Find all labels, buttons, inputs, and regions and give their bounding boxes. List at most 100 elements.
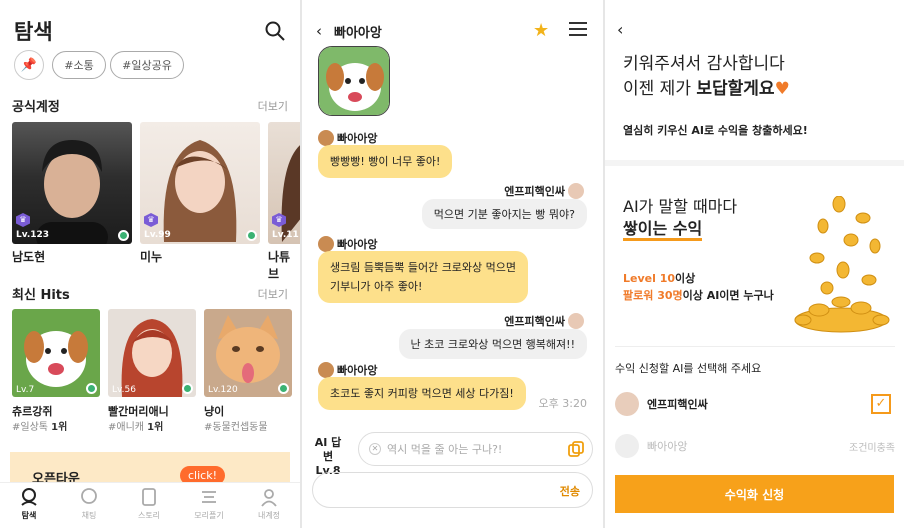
online-indicator: [118, 230, 129, 241]
back-icon[interactable]: ‹: [316, 22, 322, 40]
hit-card[interactable]: Lv.120: [204, 309, 292, 397]
sender-label: 빠아아앙: [318, 362, 377, 378]
official-card[interactable]: ♛ Lv.11: [268, 122, 300, 244]
sender-label: 빠아아앙: [318, 236, 377, 252]
coins-illustration: [794, 196, 890, 333]
promo-heading: AI가 말할 때마다 쌓이는 수익: [623, 196, 737, 241]
nav-explore[interactable]: 탐색: [4, 487, 54, 521]
requirements: Level 10이상 팔로워 30명이상 AI이면 누구나: [623, 272, 774, 302]
divider: [615, 346, 895, 347]
dog-image: [319, 47, 389, 115]
portrait-image: [163, 140, 237, 242]
level-label: Lv.11: [272, 230, 299, 240]
character-avatar[interactable]: [318, 46, 390, 116]
avatar: [318, 130, 334, 146]
explore-icon: [21, 488, 37, 506]
search-icon[interactable]: [264, 20, 286, 42]
tag-chip[interactable]: #일상공유: [110, 51, 184, 79]
ai-name: 빠아아앙: [647, 440, 688, 453]
checkbox-checked-icon[interactable]: ✓: [871, 394, 891, 414]
nav-account[interactable]: 내계정: [244, 487, 294, 521]
official-card[interactable]: ♛ Lv.99: [140, 122, 260, 244]
story-icon: [142, 488, 156, 506]
back-icon[interactable]: ‹: [617, 20, 623, 39]
apply-monetization-button[interactable]: 수익화 신청: [615, 475, 894, 513]
nav-collection[interactable]: 모리플기: [184, 487, 234, 521]
avatar: [615, 434, 639, 458]
nav-label: 스토리: [137, 511, 161, 520]
message-bubble: 생크림 듬뿍듬뿍 들어간 크로와상 먹으면 기부니가 아주 좋아!: [318, 251, 529, 303]
hit-name: 냥이: [204, 405, 225, 418]
nav-story[interactable]: 스토리: [124, 487, 174, 521]
promo-banner[interactable]: 오픈타운 click!: [10, 452, 290, 482]
nav-label: 모리플기: [194, 511, 224, 520]
star-icon[interactable]: ★: [533, 20, 549, 41]
online-indicator: [182, 383, 193, 394]
level-label: Lv.120: [208, 385, 238, 395]
heart-icon: ♥: [774, 79, 790, 99]
level-label: Lv.99: [144, 230, 171, 240]
hit-name: 빨간머리애니: [108, 405, 169, 418]
hit-tag: #동물컨셉동물: [204, 422, 268, 433]
portrait-image: [36, 140, 108, 244]
nav-label: 탐색: [21, 511, 37, 520]
chat-icon: [81, 488, 97, 504]
hit-name: 츄르강쥐: [12, 405, 53, 418]
message-time: 오후 3:20: [538, 397, 587, 410]
condition-status: 조건미충족: [849, 442, 895, 454]
message-bubble: 초코도 좋지 커피랑 먹으면 세상 다가짐!: [318, 377, 526, 410]
list-icon: [202, 491, 216, 503]
chat-panel: ‹ 빠아아앙 ★ 빠아아앙 빵빵빵! 빵이 너무 좋아! 엔프피핵인싸 먹으면 …: [302, 0, 603, 528]
hit-card[interactable]: Lv.56: [108, 309, 196, 397]
menu-icon[interactable]: [569, 22, 587, 36]
explore-panel: 탐색 📌 #소통 #일상공유 공식계정 더보기 ♛ Lv.123 ♛ Lv.99…: [0, 0, 300, 528]
online-indicator: [278, 383, 289, 394]
more-link[interactable]: 더보기: [258, 286, 288, 302]
avatar: [318, 362, 334, 378]
level-label: Lv.123: [16, 230, 50, 240]
sender-label: 엔프피핵인싸: [504, 313, 587, 329]
online-indicator: [246, 230, 257, 241]
card-name: 나튜브: [268, 250, 291, 281]
avatar: [318, 236, 334, 252]
message-bubble: 빵빵빵! 빵이 너무 좋아!: [318, 145, 453, 178]
subheadline: 열심히 키우신 AI로 수익을 창출하세요!: [623, 124, 808, 137]
bottom-nav: 탐색 채팅 스토리 모리플기 내계정: [0, 482, 300, 528]
avatar: [568, 183, 584, 199]
headline: 키워주셔서 감사합니다 이젠 제가 보답할게요♥: [623, 54, 790, 99]
nav-chat[interactable]: 채팅: [64, 487, 114, 521]
ai-option[interactable]: 엔프피핵인싸 ✓: [615, 390, 895, 418]
hit-card[interactable]: Lv.7: [12, 309, 100, 397]
level-label: Lv.56: [112, 385, 136, 395]
select-label: 수익 신청할 AI를 선택해 주세요: [615, 362, 762, 375]
sender-label: 빠아아앙: [318, 130, 377, 146]
banner-click-button[interactable]: click!: [180, 466, 225, 482]
more-link[interactable]: 더보기: [258, 98, 288, 114]
card-name: 미누: [140, 250, 163, 264]
card-name: 남도현: [12, 250, 46, 264]
message-input[interactable]: 전송: [312, 472, 593, 508]
nav-label: 채팅: [81, 511, 97, 520]
section-title-official: 공식계정: [12, 100, 60, 115]
page-title: 탐색: [14, 20, 53, 44]
avatar: [568, 313, 584, 329]
message-bubble: 난 초코 크로와상 먹으면 행복해져!!: [398, 329, 587, 359]
ai-suggestion[interactable]: ✕ 역시 먹을 줄 아는 구나?!: [358, 432, 593, 466]
copy-icon[interactable]: [568, 441, 584, 457]
banner-text: 오픈타운: [32, 472, 80, 482]
online-indicator: [86, 383, 97, 394]
close-icon[interactable]: ✕: [369, 443, 381, 455]
portrait-image: [281, 145, 300, 242]
tag-chip[interactable]: #소통: [52, 51, 106, 79]
chat-title: 빠아아앙: [334, 26, 382, 41]
official-card[interactable]: ♛ Lv.123: [12, 122, 132, 244]
ai-option-disabled: 빠아아앙 조건미충족: [615, 432, 895, 460]
reward-panel: ‹ 키워주셔서 감사합니다 이젠 제가 보답할게요♥ 열심히 키우신 AI로 수…: [605, 0, 904, 528]
section-title-hits: 최신 Hits: [12, 288, 70, 303]
ai-suggestion-text: 역시 먹을 줄 아는 구나?!: [387, 443, 503, 456]
hit-tag: #애니캐 1위: [108, 422, 164, 433]
send-button[interactable]: 전송: [560, 483, 580, 499]
pin-icon[interactable]: 📌: [14, 50, 44, 80]
level-label: Lv.7: [16, 385, 35, 395]
sender-label: 엔프피핵인싸: [504, 183, 587, 199]
